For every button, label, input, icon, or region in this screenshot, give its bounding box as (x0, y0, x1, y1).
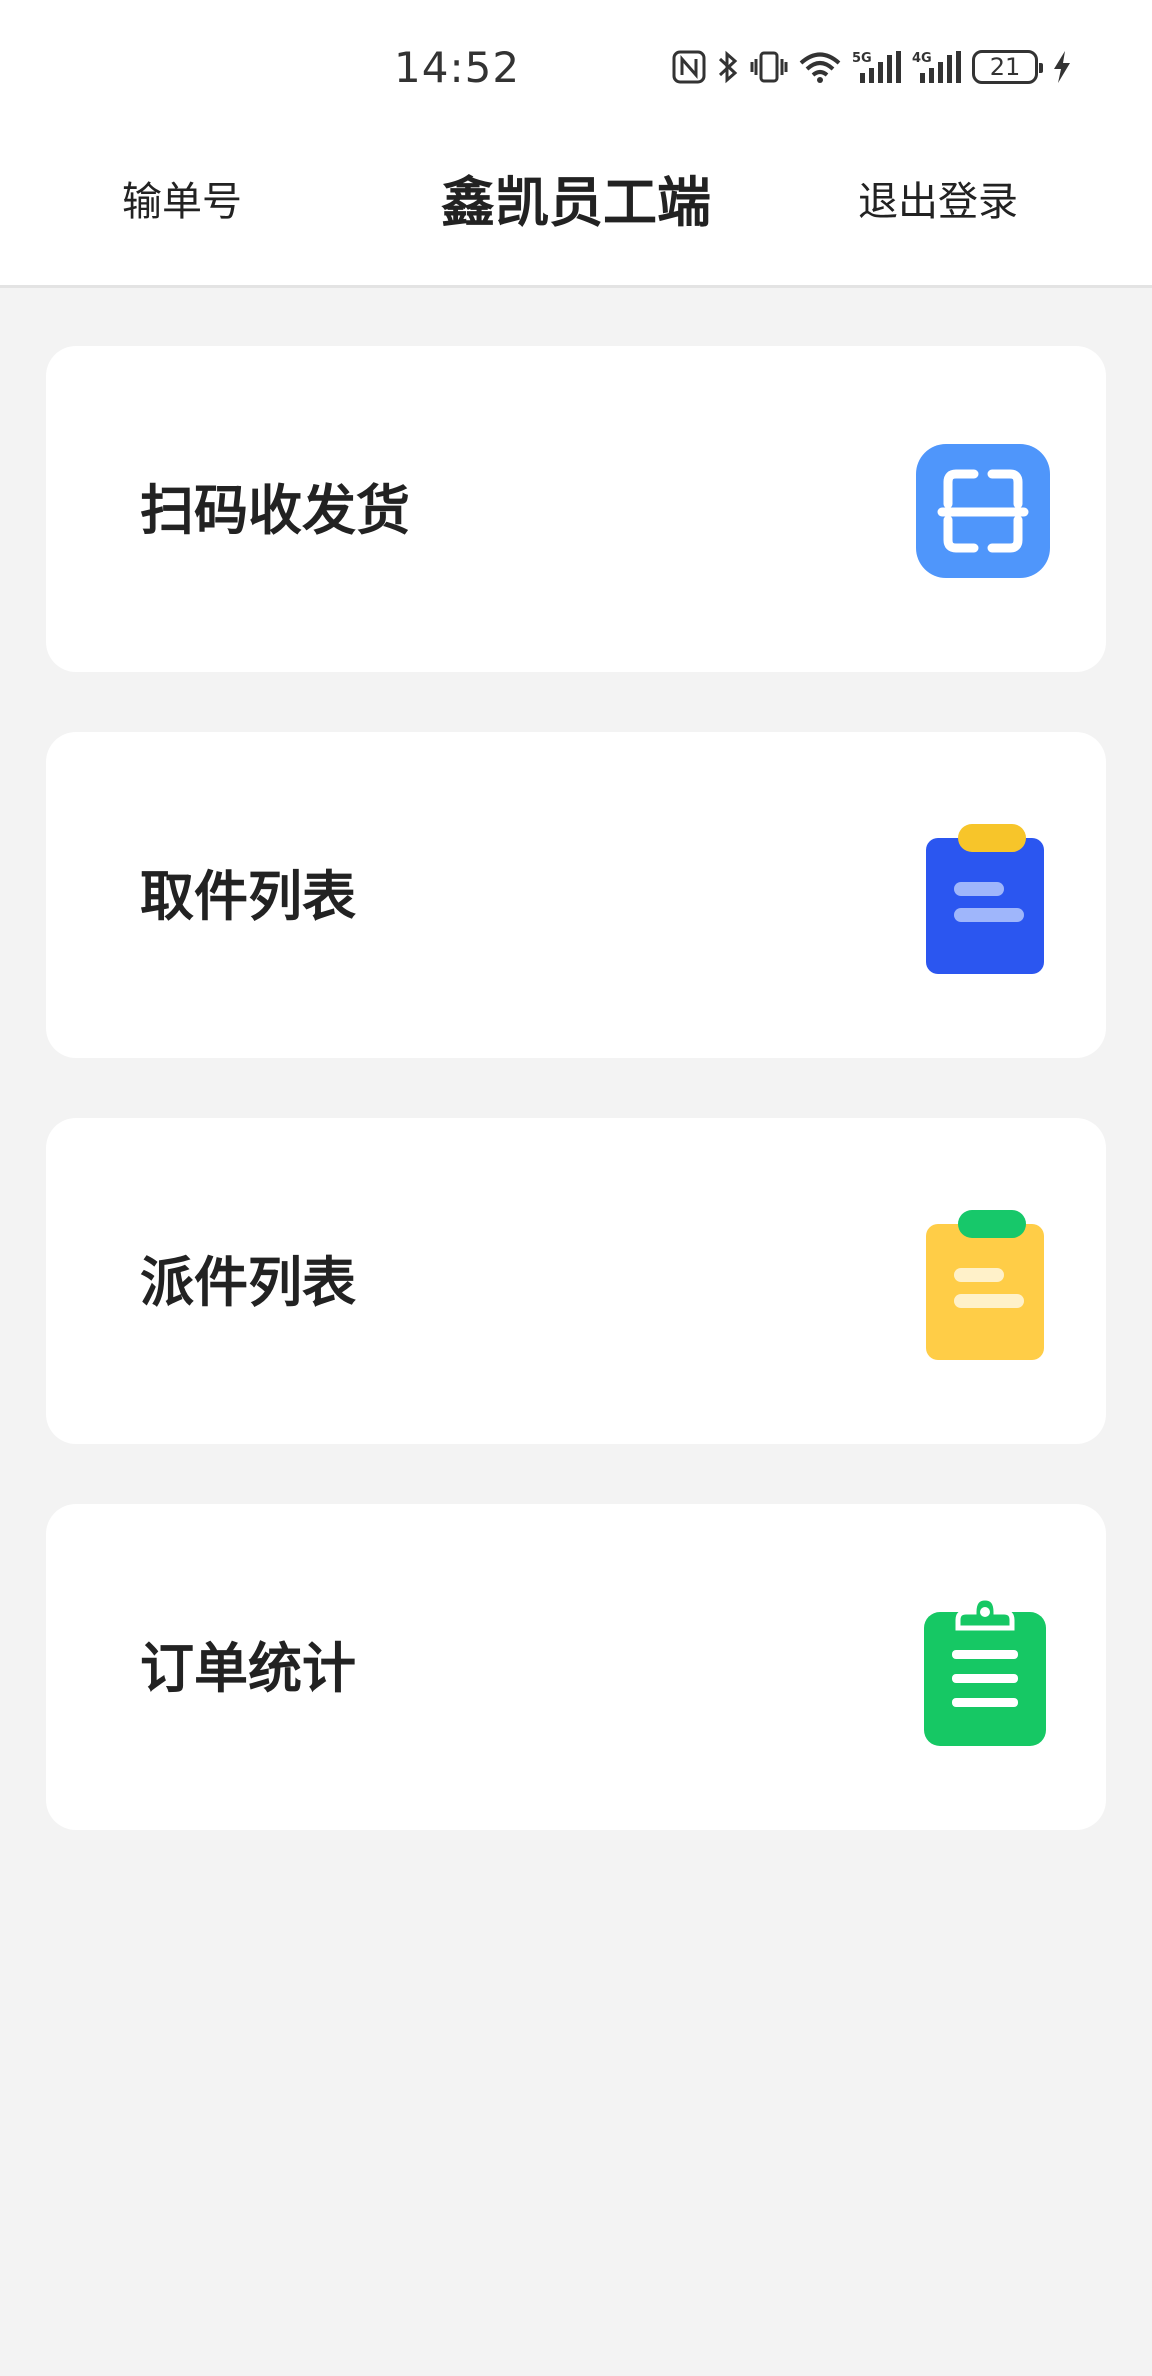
logout-button[interactable]: 退出登录 (858, 174, 1018, 230)
menu-card-label: 派件列表 (140, 1251, 356, 1314)
menu-card-label: 扫码收发货 (140, 479, 410, 542)
clipboard-blue-icon (896, 810, 1066, 980)
top-nav-bar: 输单号 鑫凯员工端 退出登录 (0, 130, 1152, 288)
bluetooth-icon (716, 49, 740, 85)
status-bar: 14:52 5G 4G 21 (0, 0, 1152, 130)
signal-4g-icon: 4G (912, 49, 962, 85)
status-time: 14:52 (394, 43, 521, 92)
battery-icon: 21 (972, 50, 1043, 84)
menu-card-label: 订单统计 (140, 1637, 356, 1700)
scan-icon (896, 424, 1066, 594)
signal-5g-icon: 5G (852, 49, 902, 85)
charging-icon (1052, 50, 1072, 84)
svg-text:4G: 4G (912, 51, 932, 66)
menu-card-delivery-list[interactable]: 派件列表 (46, 1118, 1106, 1444)
clipboard-green-icon (896, 1582, 1066, 1752)
clipboard-yellow-icon (896, 1196, 1066, 1366)
menu-card-order-statistics[interactable]: 订单统计 (46, 1504, 1106, 1830)
status-icons: 5G 4G 21 (672, 44, 1072, 90)
svg-text:5G: 5G (852, 51, 872, 66)
wifi-icon (798, 50, 842, 84)
menu-card-pickup-list[interactable]: 取件列表 (46, 732, 1106, 1058)
menu-card-label: 取件列表 (140, 865, 356, 928)
vibrate-icon (750, 50, 788, 84)
nfc-icon (672, 50, 706, 84)
menu-card-scan-ship-receive[interactable]: 扫码收发货 (46, 346, 1106, 672)
